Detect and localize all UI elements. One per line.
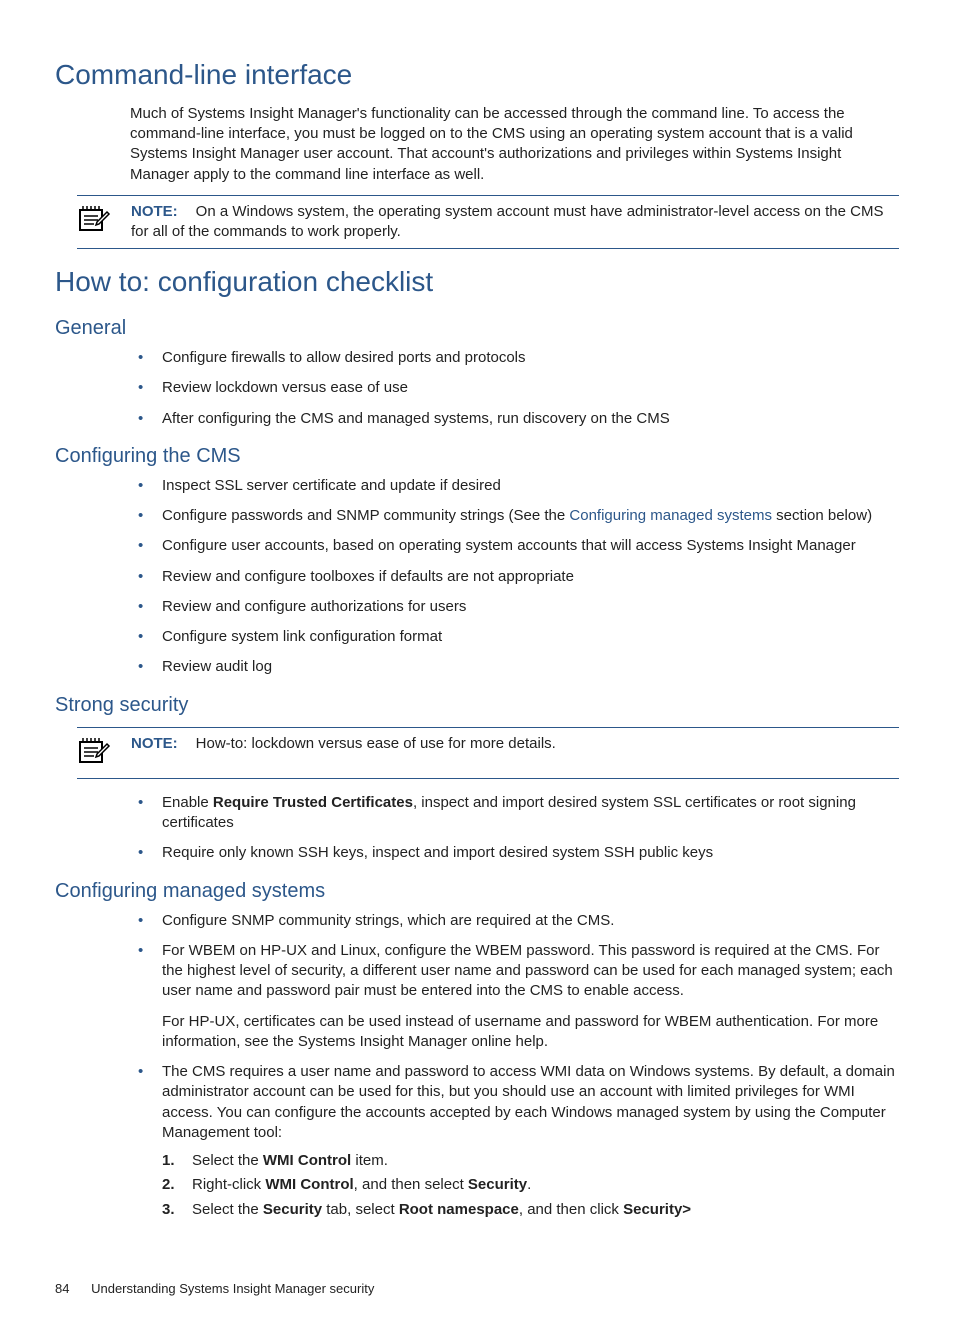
footer-title: Understanding Systems Insight Manager se…: [91, 1281, 374, 1296]
page-number: 84: [55, 1280, 69, 1298]
list-item: Configure user accounts, based on operat…: [130, 536, 899, 556]
note-icon: [77, 202, 127, 240]
note-box-2: NOTE: How-to: lockdown versus ease of use…: [77, 727, 899, 779]
note-content-2: NOTE: How-to: lockdown versus ease of use…: [127, 734, 899, 754]
note-box-1: NOTE:On a Windows system, the operating …: [77, 195, 899, 250]
list-item: Configure passwords and SNMP community s…: [130, 506, 899, 526]
sub-paragraph: For HP-UX, certificates can be used inst…: [162, 1012, 899, 1053]
list-item: Review and configure authorizations for …: [130, 597, 899, 617]
step-item: Select the WMI Control item.: [162, 1151, 899, 1171]
list-item: For WBEM on HP-UX and Linux, configure t…: [130, 941, 899, 1052]
heading-general: General: [55, 315, 899, 342]
heading-managed-systems: Configuring managed systems: [55, 878, 899, 905]
link-configuring-managed-systems[interactable]: Configuring managed systems: [569, 507, 772, 524]
note-label: NOTE:: [131, 735, 178, 752]
heading-strong-security: Strong security: [55, 692, 899, 719]
list-item: Review and configure toolboxes if defaul…: [130, 567, 899, 587]
cli-paragraph: Much of Systems Insight Manager's functi…: [130, 104, 899, 185]
heading-cli: Command-line interface: [55, 56, 899, 94]
heading-cms: Configuring the CMS: [55, 443, 899, 470]
list-item: Inspect SSL server certificate and updat…: [130, 476, 899, 496]
list-item: Review audit log: [130, 657, 899, 677]
step-item: Right-click WMI Control, and then select…: [162, 1175, 899, 1195]
managed-list: Configure SNMP community strings, which …: [130, 911, 899, 1220]
list-item: Require only known SSH keys, inspect and…: [130, 843, 899, 863]
cms-list: Inspect SSL server certificate and updat…: [130, 476, 899, 678]
list-item: Configure SNMP community strings, which …: [130, 911, 899, 931]
heading-howto: How to: configuration checklist: [55, 263, 899, 301]
page-footer: 84 Understanding Systems Insight Manager…: [55, 1280, 899, 1298]
list-item: Enable Require Trusted Certificates, ins…: [130, 793, 899, 834]
strong-list: Enable Require Trusted Certificates, ins…: [130, 793, 899, 864]
note-1-text: On a Windows system, the operating syste…: [131, 203, 883, 240]
step-item: Select the Security tab, select Root nam…: [162, 1200, 899, 1220]
list-item: Configure firewalls to allow desired por…: [130, 348, 899, 368]
list-item: Review lockdown versus ease of use: [130, 378, 899, 398]
note-content-1: NOTE:On a Windows system, the operating …: [127, 202, 899, 243]
steps-list: Select the WMI Control item. Right-click…: [162, 1151, 899, 1220]
list-item: Configure system link configuration form…: [130, 627, 899, 647]
note-icon: [77, 734, 127, 772]
general-list: Configure firewalls to allow desired por…: [130, 348, 899, 429]
list-item: The CMS requires a user name and passwor…: [130, 1062, 899, 1220]
note-2-text: How-to: lockdown versus ease of use for …: [196, 735, 556, 752]
list-item: After configuring the CMS and managed sy…: [130, 409, 899, 429]
note-label: NOTE:: [131, 203, 178, 220]
